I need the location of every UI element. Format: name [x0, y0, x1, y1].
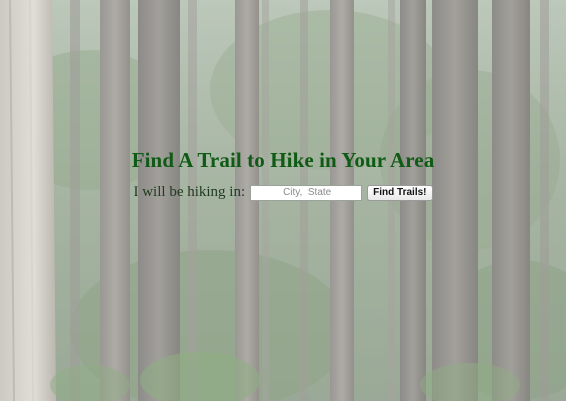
trail-search-form: I will be hiking in: Find Trails! — [0, 184, 566, 201]
page-title: Find A Trail to Hike in Your Area — [131, 148, 435, 172]
location-label: I will be hiking in: — [133, 184, 246, 200]
trail-search-panel: Find A Trail to Hike in Your Area I will… — [0, 148, 566, 201]
location-input[interactable] — [250, 184, 363, 201]
find-trails-button[interactable]: Find Trails! — [367, 184, 433, 201]
